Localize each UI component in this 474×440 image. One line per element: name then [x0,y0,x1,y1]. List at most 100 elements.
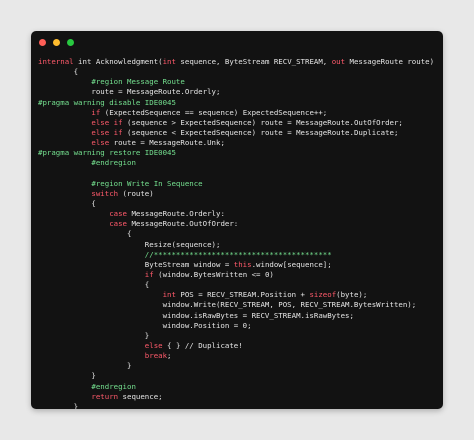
code-block: internal int Acknowledgment(int sequence… [38,57,437,409]
code-token: int [162,290,176,300]
code-token: (route) [118,188,154,198]
code-token: else if [91,127,123,137]
code-token: MessageRoute.OutOfOrder: [127,219,239,229]
code-line: { [38,280,437,290]
code-token: else if [91,117,123,127]
code-token: } [38,330,150,340]
code-token: case [109,219,128,229]
code-line: { [38,229,437,239]
code-line: else if (sequence < ExpectedSequence) ro… [38,128,437,138]
code-token: this [233,259,252,269]
code-token: window.Write(RECV_STREAM, POS, RECV_STRE… [38,300,417,310]
code-token: //**************************************… [38,249,332,259]
code-line: if (window.BytesWritten <= 0) [38,270,437,280]
code-line: if (ExpectedSequence == sequence) Expect… [38,108,437,118]
zoom-button[interactable] [67,39,74,46]
code-token: sequence, ByteStream RECV_STREAM, [175,57,332,66]
code-token: Resize(sequence); [38,239,221,249]
code-line: case MessageRoute.Orderly: [38,209,437,219]
code-token: } [38,401,79,409]
code-token: (byte); [336,290,368,300]
code-line: } [38,331,437,341]
close-button[interactable] [39,39,46,46]
code-token: #pragma warning restore IDE0045 [38,148,176,158]
code-line: case MessageRoute.OutOfOrder: [38,219,437,229]
code-token: case [109,209,128,219]
code-token: POS = RECV_STREAM.Position + [175,290,310,300]
code-token: (ExpectedSequence == sequence) ExpectedS… [100,107,328,117]
code-token: } [38,371,96,381]
code-token: sequence; [118,391,163,401]
window-controls [39,39,77,47]
code-line: else { } // Duplicate! [38,341,437,351]
code-token: .window[sequence]; [251,259,332,269]
code-line: #pragma warning disable IDE0045 [38,98,437,108]
code-line: return sequence; [38,392,437,402]
code-line: //**************************************… [38,250,437,260]
code-line: break; [38,351,437,361]
code-line: else if (sequence > ExpectedSequence) ro… [38,118,437,128]
minimize-button[interactable] [53,39,60,46]
code-line: ByteStream window = this.window[sequence… [38,260,437,270]
code-token: #endregion [38,158,136,168]
code-token: { [38,67,79,77]
code-line: window.isRawBytes = RECV_STREAM.isRawByt… [38,311,437,321]
code-token: return [91,391,119,401]
code-token: (sequence < ExpectedSequence) route = Me… [122,127,399,137]
code-token: (window.BytesWritten <= 0) [153,269,274,279]
code-token: (sequence > ExpectedSequence) route = Me… [122,117,403,127]
code-line: int POS = RECV_STREAM.Position + sizeof(… [38,290,437,300]
code-token: { } // Duplicate! [162,340,243,350]
code-token: window.isRawBytes = RECV_STREAM.isRawByt… [38,310,354,320]
code-line: internal int Acknowledgment(int sequence… [38,57,437,67]
code-line: #region Message Route [38,77,437,87]
code-token: else [144,340,163,350]
code-line: else route = MessageRoute.Unk; [38,138,437,148]
code-token: #pragma warning disable IDE0045 [38,97,176,107]
code-token: { [38,229,132,239]
code-token: if [91,107,101,117]
code-token: #region Message Route [38,77,185,87]
code-line: window.Position = 0; [38,321,437,331]
code-token: route = MessageRoute.Unk; [109,138,225,148]
code-window: internal int Acknowledgment(int sequence… [31,31,443,409]
code-token: if [144,269,154,279]
code-token: ; [167,351,172,361]
code-line: { [38,67,437,77]
code-line: #endregion [38,382,437,392]
code-token: int [162,57,176,66]
code-token: { [38,280,150,290]
code-line: Resize(sequence); [38,240,437,250]
code-token: int Acknowledgment( [73,57,163,66]
code-token: MessageRoute route) [345,57,435,66]
code-token: { [38,198,96,208]
code-line: { [38,199,437,209]
code-line: } [38,402,437,409]
code-token: else [91,138,110,148]
code-token: } [38,361,132,371]
code-token: out [331,57,346,66]
code-token: window.Position = 0; [38,320,252,330]
code-token: ByteStream window = [38,259,234,269]
code-line: #region Write In Sequence [38,179,437,189]
code-line: #pragma warning restore IDE0045 [38,148,437,158]
code-token: #region Write In Sequence [38,178,203,188]
code-token: internal [38,57,74,66]
code-token: route = MessageRoute.Orderly; [38,87,221,97]
code-line: } [38,361,437,371]
code-line: switch (route) [38,189,437,199]
code-token: #endregion [38,381,136,391]
code-token: switch [91,188,119,198]
code-line: } [38,371,437,381]
